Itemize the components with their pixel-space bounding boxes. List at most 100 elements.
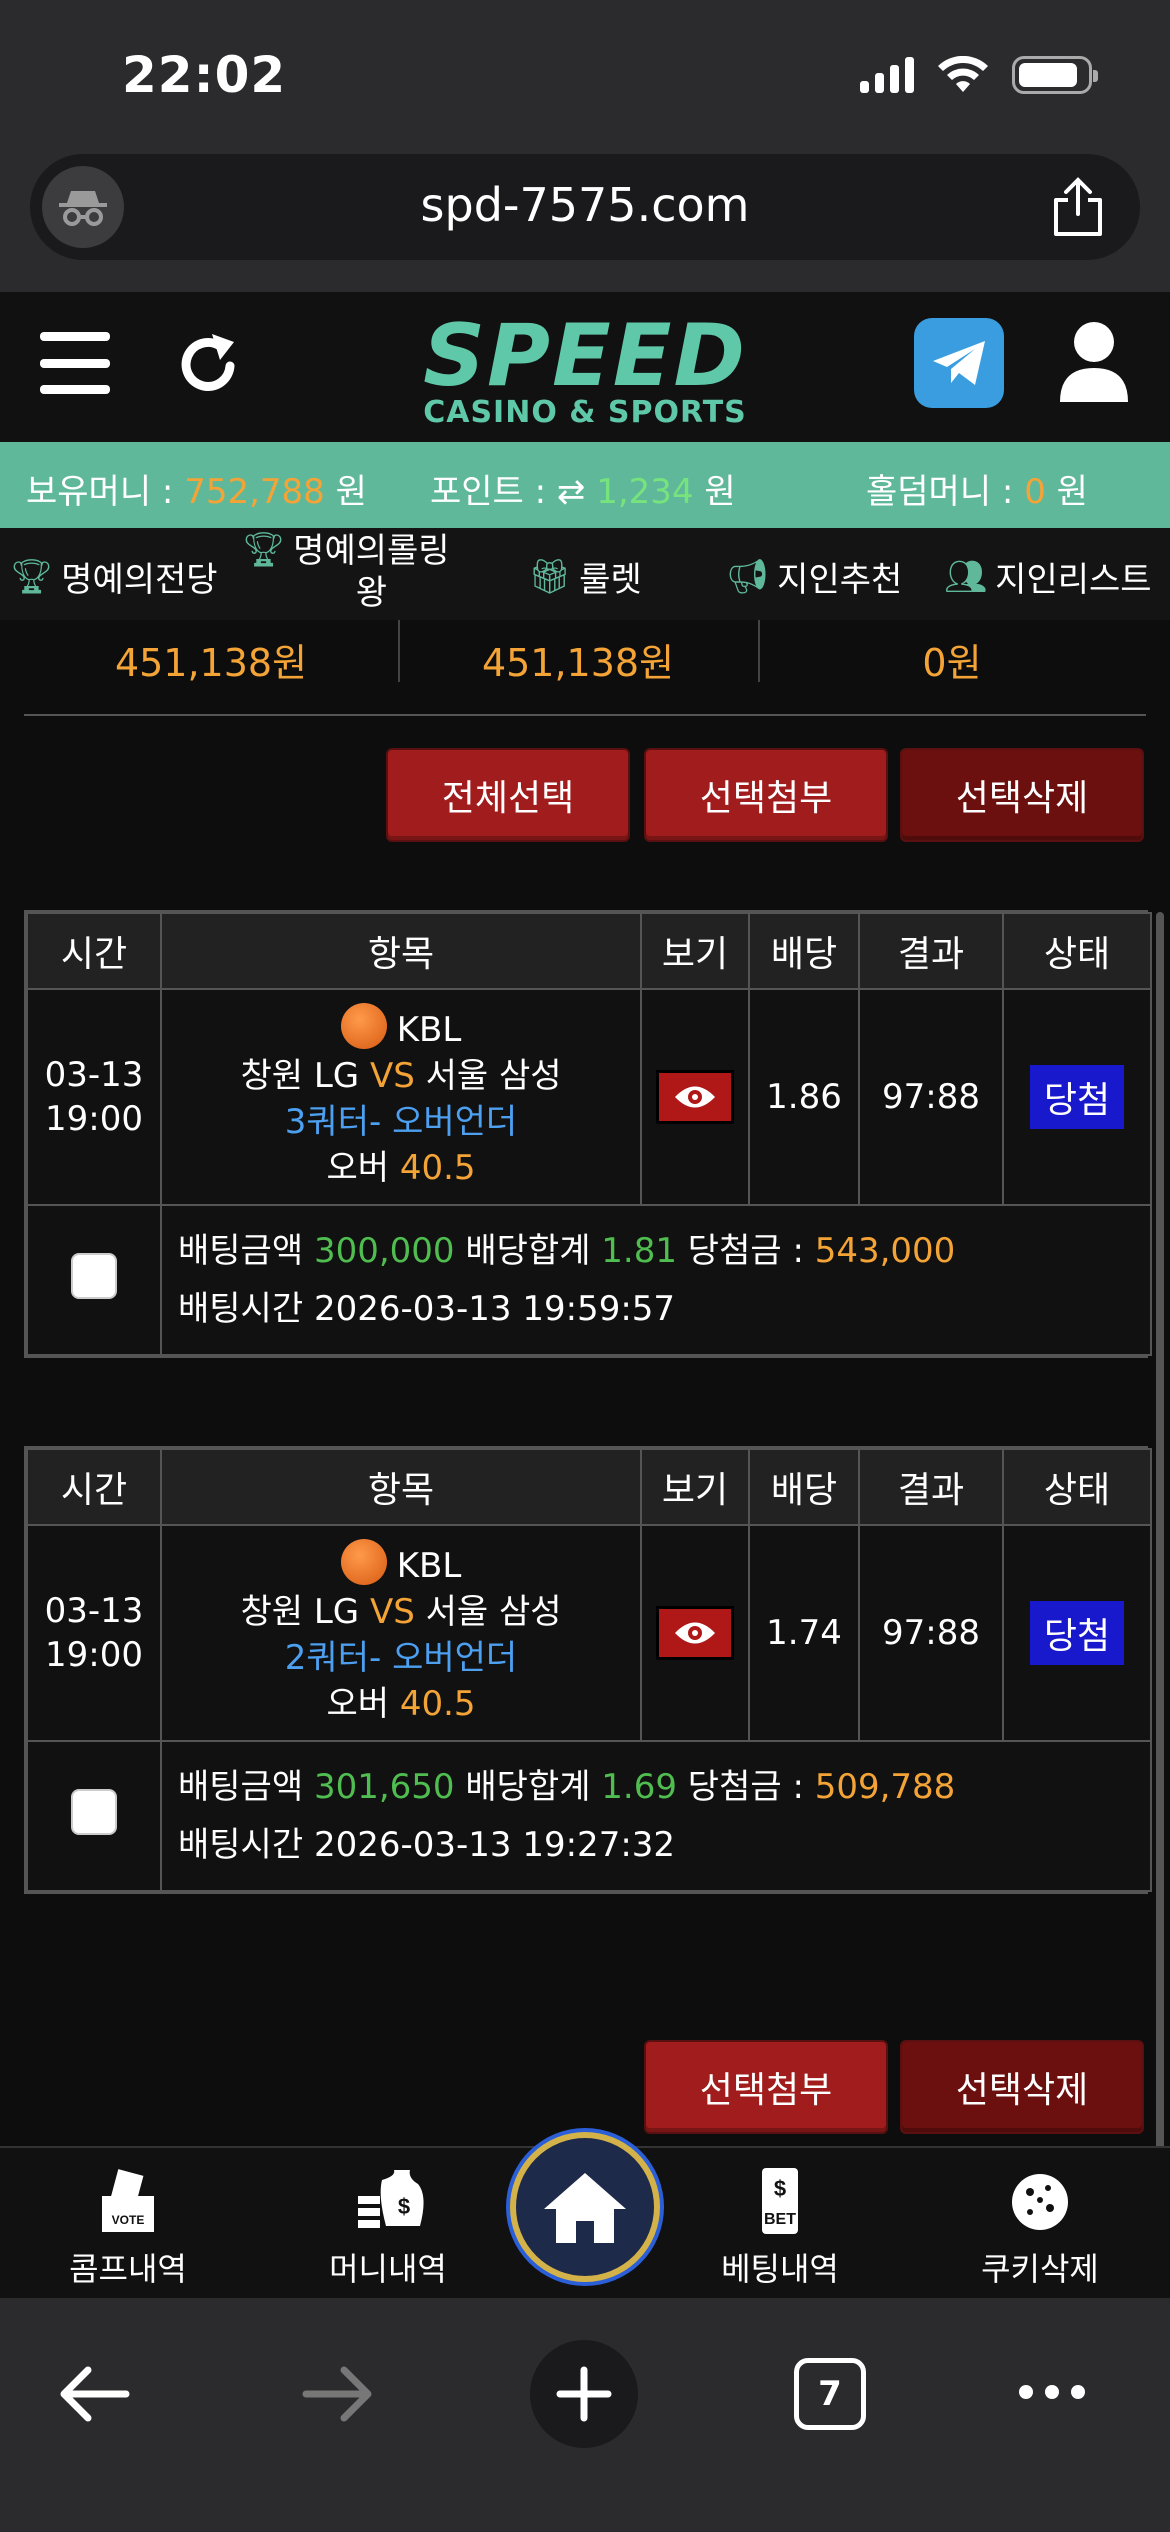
trophy-icon: 🏆︎ (242, 530, 286, 570)
view-eye-button[interactable] (656, 1070, 734, 1124)
url-text[interactable]: spd-7575.com (30, 178, 1140, 232)
point-unit: 원 (693, 472, 736, 512)
browser-top-chrome: 22:02 spd-7575.com (0, 0, 1170, 292)
header-item: 항목 (160, 912, 642, 990)
bet-amount: 301,650 (313, 1767, 455, 1807)
nav-referral-list[interactable]: 👥︎ 지인리스트 (944, 552, 1152, 601)
attach-selected-button[interactable]: 선택첨부 (644, 748, 888, 842)
tab-label: 머니내역 (329, 2250, 447, 2288)
total-odds-label: 배당합계 (454, 1231, 602, 1271)
megaphone-icon: 📢︎ (726, 556, 770, 597)
league-name: KBL (396, 1010, 462, 1050)
browser-bottom-bar: 7 (0, 2298, 1170, 2532)
total-odds: 1.81 (601, 1231, 677, 1271)
bet-date: 03-13 (44, 1055, 144, 1095)
site-logo[interactable]: SPEED CASINO & SPORTS (420, 313, 750, 428)
table-row: 배팅금액 300,000 배당합계 1.81 당첨금 : 543,000 배팅시… (26, 1204, 1152, 1356)
table-row: 배팅금액 301,650 배당합계 1.69 당첨금 : 509,788 배팅시… (26, 1740, 1152, 1892)
menu-icon[interactable] (40, 332, 110, 394)
bet-card: 시간 항목 보기 배당 결과 상태 03-13 19:00 KBL 창원 LG … (24, 910, 1152, 1358)
bet-status-cell: 당첨 (1002, 988, 1152, 1206)
bet-info-cell: 배팅금액 300,000 배당합계 1.81 당첨금 : 543,000 배팅시… (160, 1204, 1152, 1356)
holdem-unit: 원 (1045, 472, 1088, 512)
holdem-value: 0 (1024, 472, 1046, 512)
win-amount: 543,000 (814, 1231, 956, 1271)
tabs-count-button[interactable]: 7 (794, 2358, 866, 2430)
tab-label: 베팅내역 (721, 2250, 839, 2288)
bet-time-label: 배팅시간 (178, 1825, 314, 1865)
win-amount: 509,788 (814, 1767, 956, 1807)
delete-selected-button-bottom[interactable]: 선택삭제 (900, 2040, 1144, 2134)
bet-card: 시간 항목 보기 배당 결과 상태 03-13 19:00 KBL 창원 LG … (24, 1446, 1152, 1894)
money-bar: 보유머니 : 752,788 원 포인트 : ⇄ 1,234 원 홀덤머니 : … (0, 442, 1170, 528)
telegram-icon[interactable] (914, 318, 1004, 408)
summary-total-win: 451,138원 (481, 641, 675, 685)
tab-label: 쿠키삭제 (981, 2250, 1099, 2288)
user-icon[interactable] (1056, 318, 1132, 404)
bet-time-label: 배팅시간 (178, 1289, 314, 1329)
tab-bet-history[interactable]: $ BET 베팅내역 (680, 2148, 880, 2300)
bet-time-value: 2026-03-13 19:27:32 (313, 1825, 676, 1865)
bet-select-checkbox[interactable] (71, 1788, 117, 1835)
eye-icon (675, 1086, 715, 1108)
home-button[interactable] (510, 2132, 660, 2282)
vote-box-icon: VOTE (102, 2169, 154, 2232)
away-team: 서울 삼성 (414, 1592, 562, 1632)
header-time: 시간 (26, 912, 162, 990)
nav-menu: 🏆︎ 명예의전당 🏆︎ 명예의롤링 왕 🎁︎ 룰렛 📢︎ 지인추천 👥︎ 지인리… (0, 528, 1170, 620)
refresh-icon[interactable] (176, 328, 242, 400)
scrollbar[interactable] (1156, 912, 1164, 2152)
eye-icon (675, 1622, 715, 1644)
logo-sub-text: CASINO & SPORTS (423, 395, 747, 430)
win-label: 당첨금 : (677, 1767, 815, 1807)
pick-value: 40.5 (399, 1148, 476, 1188)
bet-view-cell (640, 988, 750, 1206)
back-arrow-icon[interactable] (58, 2364, 130, 2424)
exchange-icon[interactable]: ⇄ (557, 472, 586, 512)
nav-referral[interactable]: 📢︎ 지인추천 (726, 552, 902, 601)
svg-text:BET: BET (764, 2211, 796, 2228)
attach-selected-button-bottom[interactable]: 선택첨부 (644, 2040, 888, 2134)
delete-selected-button[interactable]: 선택삭제 (900, 748, 1144, 842)
summary-total-bet: 451,138원 (114, 641, 308, 685)
header-odds: 배당 (748, 912, 860, 990)
table-row: 03-13 19:00 KBL 창원 LG VS 서울 삼성 3쿼터- 오버언더… (26, 988, 1152, 1206)
market-name: 2쿼터- 오버언더 (284, 1638, 518, 1678)
bet-view-cell (640, 1524, 750, 1742)
league-name: KBL (396, 1546, 462, 1586)
header-view: 보기 (640, 1448, 750, 1526)
total-odds: 1.69 (601, 1767, 677, 1807)
site-header: SPEED CASINO & SPORTS (0, 292, 1170, 442)
forward-arrow-icon[interactable] (302, 2364, 374, 2424)
bet-time-value: 2026-03-13 19:59:57 (313, 1289, 676, 1329)
bet-odds: 1.86 (748, 988, 860, 1206)
view-eye-button[interactable] (656, 1606, 734, 1660)
balance-value: 752,788 (184, 472, 325, 512)
points[interactable]: 포인트 : ⇄ 1,234 원 (430, 464, 736, 513)
svg-text:$: $ (774, 2176, 786, 2201)
header-view: 보기 (640, 912, 750, 990)
point-label: 포인트 : (430, 472, 557, 512)
users-icon: 👥︎ (944, 556, 988, 597)
pick-label: 오버 (326, 1148, 400, 1188)
address-bar[interactable]: spd-7575.com (30, 154, 1140, 260)
more-options-icon[interactable] (1016, 2382, 1088, 2402)
nav-roulette[interactable]: 🎁︎ 룰렛 (528, 552, 642, 601)
tab-money-history[interactable]: $ 머니내역 (288, 2148, 488, 2300)
bet-select-checkbox[interactable] (71, 1252, 117, 1299)
tab-comp-history[interactable]: VOTE 콤프내역 (28, 2148, 228, 2300)
nav-hall-of-fame[interactable]: 🏆︎ 명예의전당 (10, 552, 218, 601)
share-icon[interactable] (1050, 176, 1106, 238)
wifi-icon (938, 56, 988, 92)
select-all-button[interactable]: 전체선택 (386, 748, 630, 842)
tab-delete-cookies[interactable]: 쿠키삭제 (940, 2148, 1140, 2300)
nav-label: 룰렛 (579, 560, 642, 600)
nav-label: 지인리스트 (995, 560, 1152, 600)
new-tab-button[interactable] (530, 2340, 638, 2448)
nav-rolling-king[interactable]: 🏆︎ 명예의롤링 왕 (242, 530, 450, 614)
bet-table-header: 시간 항목 보기 배당 결과 상태 (26, 1448, 1152, 1526)
cellular-signal-icon (860, 57, 914, 93)
bet-info-cell: 배팅금액 301,650 배당합계 1.69 당첨금 : 509,788 배팅시… (160, 1740, 1152, 1892)
balance: 보유머니 : 752,788 원 (26, 464, 367, 513)
holdem-label: 홀덤머니 : (866, 472, 1025, 512)
